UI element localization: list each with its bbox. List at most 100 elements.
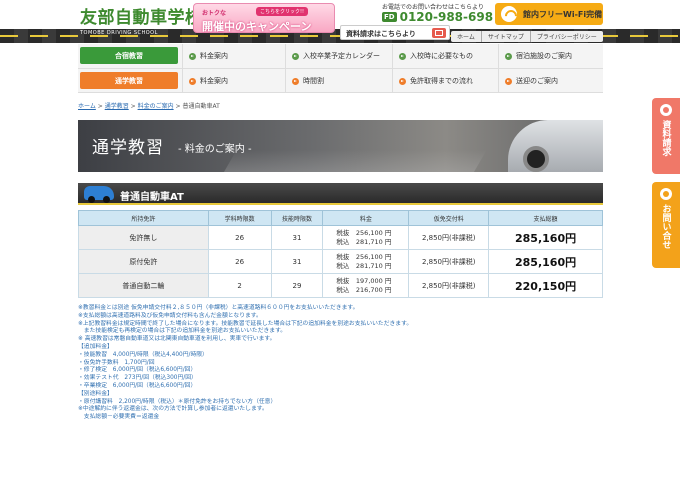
note-line: 支払総額－必要実費＝返還金 xyxy=(78,414,160,421)
mail-icon xyxy=(432,28,446,38)
col-permit: 仮免交付料 xyxy=(408,210,490,226)
nav-commute-timetable[interactable]: 時間割 xyxy=(285,69,392,93)
note-line: ※ 高速教習は常磐自動車道又は北関東自動車道を利用し、実車で行います。 xyxy=(78,336,276,343)
col-fee: 料金 xyxy=(322,210,410,226)
note-line: ・効果テスト代 273円/回（税込300円/回） xyxy=(78,375,197,382)
side-tab-label: 資料請求 xyxy=(660,120,671,156)
wifi-icon xyxy=(501,6,517,22)
campaign-title: 開催中のキャンペーン xyxy=(202,20,312,33)
site-logo-subtitle: TOMOBE DRIVING SCHOOL xyxy=(80,30,158,36)
arrow-right-icon xyxy=(292,77,299,85)
phone-number-text: 0120-988-698 xyxy=(399,10,494,24)
nav-item-label: 送迎のご案内 xyxy=(516,77,558,85)
note-line: ・卒業検定 6,000円/回（税込6,600円/回） xyxy=(78,382,197,389)
total-cell: 285,160円 xyxy=(488,249,603,274)
freedial-icon: FD xyxy=(382,12,397,22)
page-subtitle: - 料金のご案内 - xyxy=(178,144,252,155)
breadcrumb-current: 普通自動車AT xyxy=(182,103,220,110)
section-title: 普通自動車AT xyxy=(120,192,184,203)
table-row: 原付免許 26 31 税抜 256,100 円税込 281,710 円 2,85… xyxy=(78,249,603,274)
fee-in-tax: 税込 281,710 円 xyxy=(336,237,392,246)
fee-notes: ※教習料金とは別途 仮免申請交付料２,８５０円（非課税）と高速道路料６００円をお… xyxy=(78,305,603,422)
arrow-right-icon xyxy=(399,77,406,85)
total-cell: 220,150円 xyxy=(488,273,603,298)
note-line: ※教習料金とは別途 仮免申請交付料２,８５０円（非課税）と高速道路料６００円をお… xyxy=(78,305,359,311)
side-tab-label: お問い合せ xyxy=(660,204,671,249)
fee-ex-tax: 税抜 256,100 円 xyxy=(336,228,392,237)
campaign-click-badge: こちらをクリック!! xyxy=(256,7,309,16)
arrow-right-icon xyxy=(505,52,512,60)
nav-camp-requirements[interactable]: 入校時に必要なもの xyxy=(392,44,498,68)
note-line: ・技能教習 4,000円/時限（税込4,400円/時限） xyxy=(78,351,208,358)
side-tab-request[interactable]: 資料請求 xyxy=(652,98,680,174)
license-cell: 免許無し xyxy=(78,225,209,250)
page-title: 通学教習 xyxy=(92,138,164,158)
fee-cell: 税抜 256,100 円税込 281,710 円 xyxy=(322,225,410,250)
total-cell: 285,160円 xyxy=(488,225,603,250)
car-wheel xyxy=(523,146,549,172)
nav-commute-flow[interactable]: 免許取得までの流れ xyxy=(392,69,498,93)
col-theory: 学科時限数 xyxy=(207,210,272,226)
fee-cell: 税抜 256,100 円税込 281,710 円 xyxy=(322,249,410,274)
breadcrumb-fees[interactable]: 料金のご案内 xyxy=(138,103,174,110)
campaign-small-text: おトクな xyxy=(202,10,227,17)
breadcrumb-sep: > xyxy=(130,103,136,110)
nav-tag-commute[interactable]: 通学教習 xyxy=(80,72,178,89)
breadcrumb: ホーム > 通学教習 > 料金のご案内 > 普通自動車AT xyxy=(78,101,220,110)
site-logo-title[interactable]: 友部自動車学校 xyxy=(80,3,203,28)
skill-cell: 29 xyxy=(270,273,324,298)
nav-row-commute: 通学教習 料金案内 時間割 免許取得までの流れ 送迎のご案内 xyxy=(78,68,603,93)
wifi-badge: 館内フリーWi-Fi完備 xyxy=(495,3,603,25)
site-header: 友部自動車学校 TOMOBE DRIVING SCHOOL おトクな こちらをク… xyxy=(0,0,680,43)
nav-item-label: 入校時に必要なもの xyxy=(410,52,473,60)
nav-item-label: 時間割 xyxy=(303,77,324,85)
toplink-privacy[interactable]: プライバシーポリシー xyxy=(531,31,603,42)
nav-camp-fees[interactable]: 料金案内 xyxy=(182,44,285,68)
permit-cell: 2,850円(非課税) xyxy=(408,249,490,274)
toplink-home[interactable]: ホーム xyxy=(451,31,482,42)
nav-item-label: 料金案内 xyxy=(200,77,228,85)
toplink-sitemap[interactable]: サイトマップ xyxy=(482,31,531,42)
nav-camp-lodging[interactable]: 宿泊施設のご案内 xyxy=(498,44,603,68)
note-line: 【別途料金】 xyxy=(78,390,113,397)
request-materials-button[interactable]: 資料請求はこちらより xyxy=(340,25,450,40)
theory-cell: 2 xyxy=(207,273,272,298)
col-license: 所持免許 xyxy=(78,210,209,226)
skill-cell: 31 xyxy=(270,225,324,250)
arrow-right-icon xyxy=(189,77,196,85)
nav-item-label: 宿泊施設のご案内 xyxy=(516,52,572,60)
arrow-right-icon xyxy=(399,52,406,60)
fee-ex-tax: 税抜 256,100 円 xyxy=(336,252,392,261)
license-cell: 普通自動二輪 xyxy=(78,273,209,298)
table-row: 免許無し 26 31 税抜 256,100 円税込 281,710 円 2,85… xyxy=(78,225,603,250)
permit-cell: 2,850円(非課税) xyxy=(408,225,490,250)
car-icon xyxy=(84,186,114,203)
fee-in-tax: 税込 216,700 円 xyxy=(336,285,392,294)
campaign-banner[interactable]: おトクな こちらをクリック!! 開催中のキャンペーン xyxy=(193,3,335,33)
nav-camp-calendar[interactable]: 入校卒業予定カレンダー xyxy=(285,44,392,68)
car-image xyxy=(508,120,603,172)
breadcrumb-home[interactable]: ホーム xyxy=(78,103,96,110)
breadcrumb-sep: > xyxy=(97,103,103,110)
fee-cell: 税抜 197,000 円税込 216,700 円 xyxy=(322,273,410,298)
breadcrumb-sep: > xyxy=(175,103,181,110)
phone-number[interactable]: FD 0120-988-698 xyxy=(382,10,493,24)
theory-cell: 26 xyxy=(207,225,272,250)
phone-icon xyxy=(660,188,672,200)
breadcrumb-commute[interactable]: 通学教習 xyxy=(105,103,129,110)
arrow-right-icon xyxy=(189,52,196,60)
theory-cell: 26 xyxy=(207,249,272,274)
side-tab-contact[interactable]: お問い合せ xyxy=(652,182,680,268)
nav-item-label: 料金案内 xyxy=(200,52,228,60)
fee-ex-tax: 税抜 197,000 円 xyxy=(336,276,392,285)
note-line: ※中途解約に伴う返還金は、次の方法で計算し参加者に返還いたします。 xyxy=(78,406,268,413)
nav-commute-fees[interactable]: 料金案内 xyxy=(182,69,285,93)
section-heading: 普通自動車AT xyxy=(78,183,603,205)
nav-tag-camp[interactable]: 合宿教習 xyxy=(80,47,178,64)
hero-banner: 通学教習 - 料金のご案内 - xyxy=(78,120,603,172)
nav-commute-shuttle[interactable]: 送迎のご案内 xyxy=(498,69,603,93)
table-header-row: 所持免許 学科時限数 技能時限数 料金 仮免交付料 支払総額 xyxy=(78,210,603,226)
nav-item-label: 入校卒業予定カレンダー xyxy=(303,52,380,60)
document-icon xyxy=(660,104,672,116)
nav-item-label: 免許取得までの流れ xyxy=(410,77,473,85)
